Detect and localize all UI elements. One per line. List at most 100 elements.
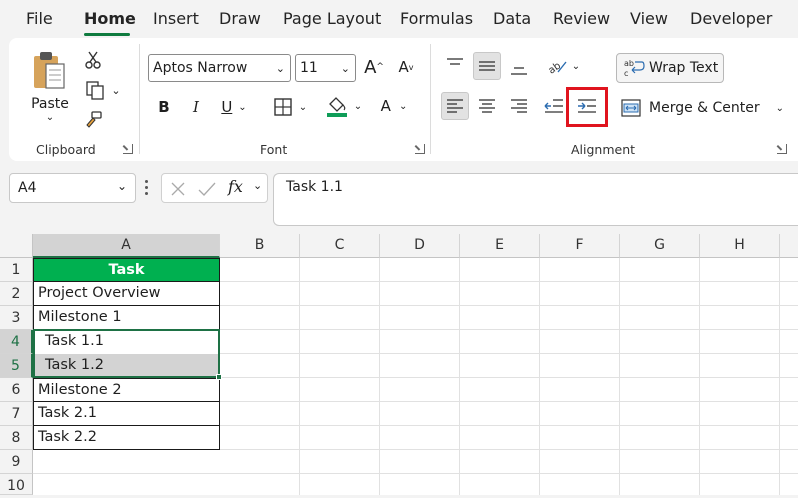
column-header-c[interactable]: C	[300, 234, 380, 258]
align-center-icon	[479, 99, 495, 113]
bold-icon: B	[158, 98, 170, 116]
chevron-down-icon: ⌄	[111, 83, 121, 97]
copy-icon	[86, 81, 105, 100]
cell-a8[interactable]: Task 2.2	[33, 426, 220, 450]
merge-center-button[interactable]: Merge & Center ⌄	[618, 94, 786, 122]
select-all-corner[interactable]	[0, 234, 33, 258]
column-header-f[interactable]: F	[540, 234, 620, 258]
tab-home[interactable]: Home	[84, 9, 136, 28]
tab-data[interactable]: Data	[493, 9, 531, 28]
align-right-button[interactable]	[506, 92, 532, 120]
fill-color-button[interactable]: ⌄	[321, 92, 367, 120]
cell-a3[interactable]: Milestone 1	[33, 306, 220, 330]
align-left-button[interactable]	[441, 92, 469, 120]
group-divider	[139, 44, 140, 154]
chevron-down-icon: ⌄	[398, 100, 408, 112]
increase-font-size-button[interactable]: A ^	[362, 54, 386, 80]
font-size-select[interactable]: 11 ⌄	[295, 54, 356, 82]
middle-align-button[interactable]	[473, 52, 501, 80]
name-box[interactable]: A4 ⌄	[9, 173, 136, 203]
align-center-button[interactable]	[474, 92, 500, 120]
clipboard-launcher-icon[interactable]	[123, 144, 133, 154]
column-header-partial[interactable]	[780, 234, 798, 258]
top-align-button[interactable]	[442, 52, 468, 78]
cancel-icon[interactable]	[170, 181, 186, 197]
wrap-text-button[interactable]: ab c Wrap Text	[616, 53, 724, 83]
cell-a6[interactable]: Milestone 2	[33, 378, 220, 402]
row-header-2[interactable]: 2	[0, 282, 33, 306]
row-header-7[interactable]: 7	[0, 402, 33, 426]
row-header-1[interactable]: 1	[0, 258, 33, 282]
copy-button[interactable]: ⌄	[81, 78, 125, 102]
tab-insert[interactable]: Insert	[153, 9, 199, 28]
chevron-down-icon: ⌄	[353, 100, 363, 112]
decrease-font-size-button[interactable]: Av	[394, 54, 418, 80]
chevron-down-icon: ⌄	[775, 102, 785, 114]
tab-view[interactable]: View	[630, 9, 668, 28]
increase-font-icon: A	[364, 56, 377, 78]
bold-button[interactable]: B	[153, 94, 175, 120]
underline-icon: U	[221, 98, 233, 116]
row-header-6[interactable]: 6	[0, 378, 33, 402]
chevron-down-icon: ⌄	[340, 62, 350, 75]
formula-input[interactable]: Task 1.1	[273, 173, 798, 226]
chevron-down-icon: ⌄	[45, 111, 55, 123]
italic-button[interactable]: I	[185, 94, 207, 120]
cell-a7[interactable]: Task 2.1	[33, 402, 220, 426]
more-options-icon[interactable]	[145, 180, 149, 196]
row-header-5[interactable]: 5	[0, 354, 33, 378]
alignment-launcher-icon[interactable]	[777, 144, 787, 154]
format-painter-button[interactable]	[81, 108, 105, 132]
decrease-indent-button[interactable]	[541, 92, 567, 120]
underline-button[interactable]: U ⌄	[215, 94, 253, 120]
tab-page-layout[interactable]: Page Layout	[283, 9, 381, 28]
font-color-button[interactable]: A ⌄	[371, 92, 417, 120]
tab-formulas[interactable]: Formulas	[400, 9, 473, 28]
column-header-h[interactable]: H	[700, 234, 780, 258]
bottom-align-icon	[511, 67, 527, 75]
selection-border	[33, 329, 220, 378]
paste-button[interactable]: Paste ⌄	[27, 46, 73, 126]
row-header-9[interactable]: 9	[0, 450, 33, 474]
decrease-indent-icon	[544, 99, 563, 113]
tab-draw[interactable]: Draw	[219, 9, 261, 28]
cut-button[interactable]	[81, 48, 105, 72]
borders-button[interactable]: ⌄	[267, 94, 313, 120]
bottom-align-button[interactable]	[506, 54, 532, 82]
enter-icon[interactable]	[198, 181, 216, 197]
column-header-d[interactable]: D	[380, 234, 460, 258]
tab-developer[interactable]: Developer	[690, 9, 772, 28]
merge-center-icon	[621, 99, 641, 117]
column-header-g[interactable]: G	[620, 234, 700, 258]
paint-bucket-icon	[326, 97, 347, 117]
tab-review[interactable]: Review	[553, 9, 610, 28]
insert-function-icon[interactable]: fx	[228, 177, 243, 196]
fill-handle[interactable]	[216, 374, 222, 380]
tab-file[interactable]: File	[26, 9, 53, 28]
cell-a2[interactable]: Project Overview	[33, 282, 220, 306]
scissors-icon	[85, 51, 101, 69]
decrease-font-icon: A	[398, 58, 409, 76]
font-group-label: Font	[260, 142, 288, 157]
chevron-down-icon: ⌄	[571, 60, 581, 72]
row-header-4[interactable]: 4	[0, 330, 33, 354]
svg-text:ab: ab	[624, 59, 634, 68]
font-size-value: 11	[300, 60, 318, 76]
font-name-select[interactable]: Aptos Narrow ⌄	[148, 54, 291, 82]
column-header-e[interactable]: E	[460, 234, 540, 258]
middle-align-icon	[479, 61, 495, 71]
row-header-10[interactable]: 10	[0, 474, 33, 495]
svg-text:c: c	[624, 69, 628, 78]
column-header-a[interactable]: A	[33, 234, 220, 258]
orientation-button[interactable]: ab ⌄	[541, 52, 585, 80]
ribbon: Paste ⌄ ⌄ Clipboard Aptos Narrow ⌄ 11 ⌄	[9, 38, 798, 161]
chevron-down-icon[interactable]: ⌄	[253, 179, 262, 192]
column-header-b[interactable]: B	[220, 234, 300, 258]
font-launcher-icon[interactable]	[415, 144, 425, 154]
row-header-8[interactable]: 8	[0, 426, 33, 450]
font-color-icon: A	[380, 97, 391, 115]
name-box-value: A4	[18, 180, 37, 196]
chevron-down-icon: ⌄	[275, 62, 285, 75]
row-header-3[interactable]: 3	[0, 306, 33, 330]
cell-a1[interactable]: Task	[33, 258, 220, 282]
